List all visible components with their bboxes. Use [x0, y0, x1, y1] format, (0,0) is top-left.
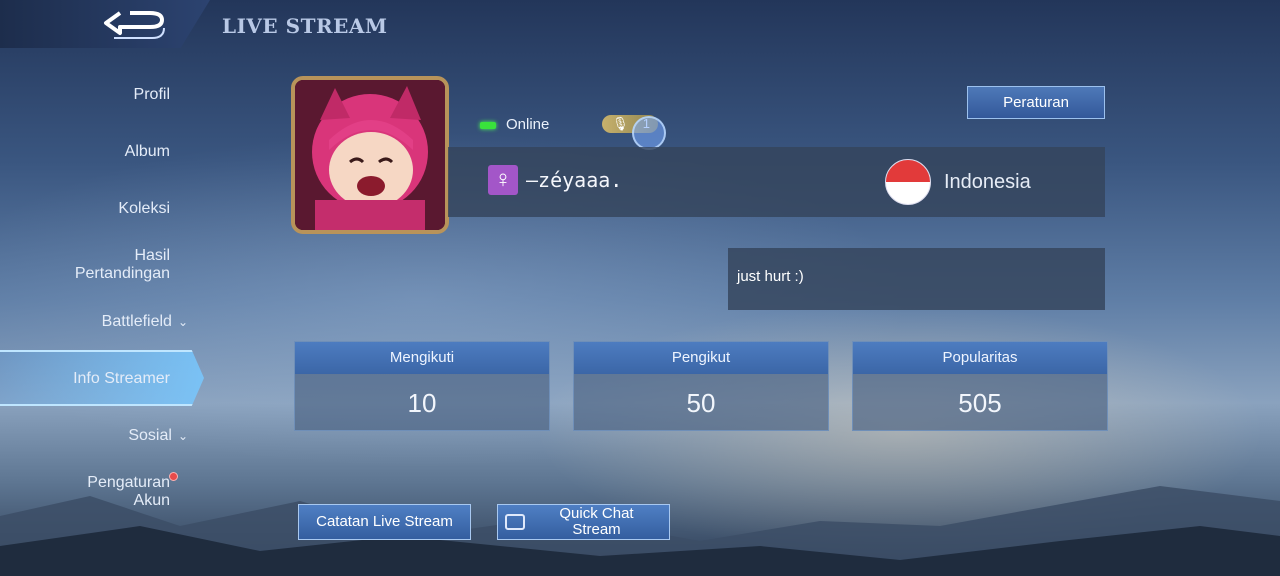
- sidebar-item-profil[interactable]: Profil: [134, 86, 170, 104]
- stat-popularity[interactable]: Popularitas 505: [852, 341, 1108, 431]
- sidebar-item-sosial[interactable]: Sosial ⌄: [128, 427, 188, 445]
- sidebar-item-label-line2: Akun: [133, 492, 170, 509]
- indonesia-flag-icon: [885, 159, 931, 205]
- status-text: Online: [506, 116, 550, 133]
- stat-value: 505: [958, 388, 1002, 418]
- stat-label: Mengikuti: [295, 342, 549, 374]
- bio-text: just hurt :): [728, 248, 1105, 310]
- chevron-down-icon: ⌄: [177, 429, 188, 443]
- avatar-image: [295, 80, 445, 230]
- name-bar: ♀ —zéyaaa. Indonesia: [448, 147, 1105, 217]
- button-label-line2: Stream: [572, 521, 621, 538]
- chat-bubble-icon: [505, 514, 525, 530]
- sidebar-item-album[interactable]: Album: [125, 143, 170, 161]
- sidebar-item-label-line1: Hasil: [134, 247, 170, 264]
- sidebar-item-pengaturan-akun[interactable]: Pengaturan Akun: [87, 474, 170, 510]
- stat-label: Pengikut: [574, 342, 828, 374]
- female-icon: ♀: [488, 165, 518, 195]
- touch-indicator: [632, 116, 666, 150]
- sidebar-item-hasil-pertandingan[interactable]: Hasil Pertandingan: [75, 247, 170, 283]
- rules-button[interactable]: Peraturan: [967, 86, 1105, 119]
- notification-dot: [169, 472, 178, 481]
- sidebar-item-label-line1: Pengaturan: [87, 474, 170, 491]
- country-name: Indonesia: [944, 171, 1031, 193]
- username: —zéyaaa.: [526, 168, 623, 192]
- sidebar-item-label-line2: Pertandingan: [74, 265, 170, 282]
- online-indicator-icon: [480, 121, 496, 129]
- stat-following[interactable]: Mengikuti 10: [294, 341, 550, 431]
- chevron-down-icon: ⌄: [177, 315, 188, 329]
- sidebar-item-label: Battlefield: [101, 313, 172, 330]
- quick-chat-stream-button[interactable]: Quick Chat Stream: [497, 504, 670, 540]
- stat-label: Popularitas: [853, 342, 1107, 374]
- microphone-icon: 🎙: [612, 116, 629, 131]
- sidebar-item-battlefield[interactable]: Battlefield ⌄: [102, 313, 188, 331]
- stat-followers[interactable]: Pengikut 50: [573, 341, 829, 431]
- back-arrow-icon: [104, 11, 165, 39]
- stat-value: 10: [407, 388, 437, 418]
- sidebar-item-label: Sosial: [128, 427, 172, 444]
- stat-value: 50: [686, 388, 716, 418]
- sidebar-item-koleksi[interactable]: Koleksi: [118, 200, 170, 218]
- back-button[interactable]: [100, 8, 170, 42]
- avatar[interactable]: [291, 76, 449, 234]
- sidebar-item-info-streamer[interactable]: Info Streamer: [73, 370, 170, 388]
- button-label-line1: Quick Chat: [559, 505, 634, 522]
- page-title: LIVE STREAM: [222, 14, 388, 38]
- live-stream-record-button[interactable]: Catatan Live Stream: [298, 504, 471, 540]
- online-status: Online: [480, 116, 549, 133]
